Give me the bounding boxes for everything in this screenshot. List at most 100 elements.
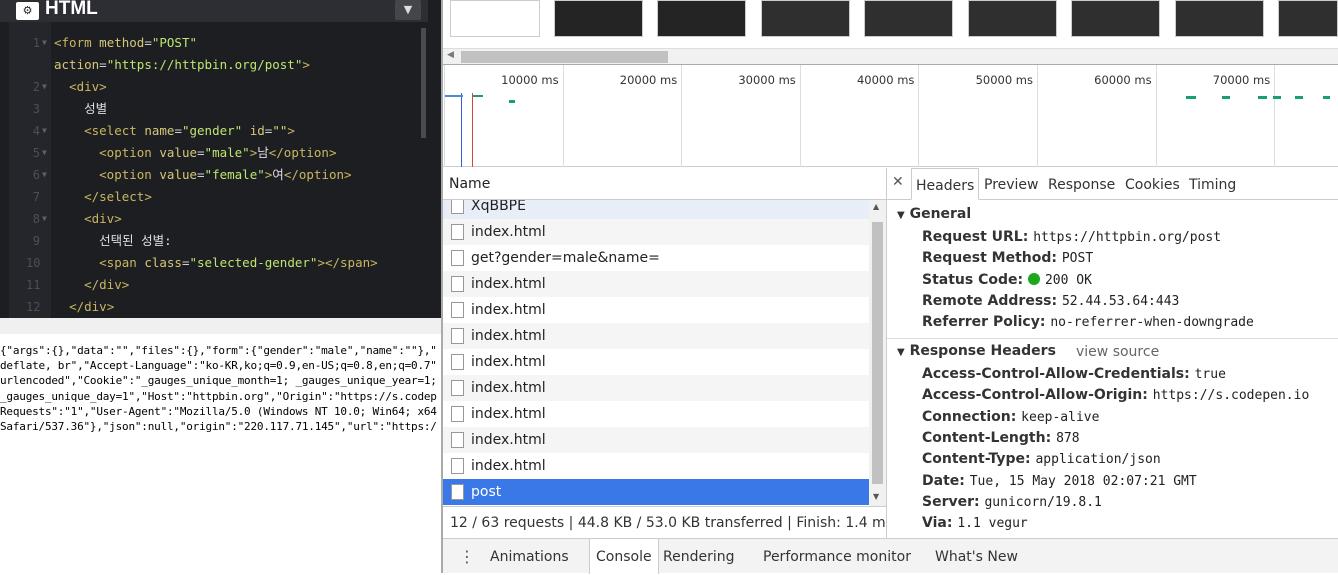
fold-arrow-icon[interactable]: ▼ [42,76,47,98]
response-headers-section-header[interactable]: ▼ Response Headers [897,343,1056,359]
pane-splitter[interactable] [0,318,441,334]
header-value: 200 OK [1044,272,1092,288]
header-key: Remote Address: [922,292,1062,309]
request-name: get?gender=male&name= [471,250,660,266]
request-row[interactable]: index.html [443,323,869,349]
header-key: Server: [922,493,985,510]
filmstrip-frame[interactable] [1278,0,1338,37]
request-row[interactable]: index.html [443,375,869,401]
line-number: 7 [32,190,40,204]
code-line[interactable]: action="https://httpbin.org/post"> [0,54,420,76]
filmstrip-scrollbar[interactable]: ◀ [443,48,1338,64]
more-options-icon[interactable]: ⋮ [459,539,475,574]
view-source-link[interactable]: view source [1076,344,1159,360]
filmstrip-frame[interactable] [554,0,643,37]
request-row[interactable]: get?gender=male&name= [443,245,869,271]
general-section-header[interactable]: ▼ General [897,206,971,222]
tab-preview[interactable]: Preview [984,168,1039,200]
code-line[interactable]: 12 </div> [0,296,420,318]
filmstrip-frame[interactable] [864,0,953,37]
document-icon [451,250,464,266]
header-row: Date: Tue, 15 May 2018 02:07:21 GMT [922,471,1197,492]
fold-arrow-icon[interactable]: ▼ [42,142,47,164]
code-line[interactable]: 1 ▼ <form method="POST" [0,32,420,54]
filmstrip-frame[interactable] [1175,0,1264,37]
request-row[interactable]: index.html [443,219,869,245]
scrollbar-thumb[interactable] [872,222,883,484]
tab-timing[interactable]: Timing [1189,168,1236,200]
chevron-down-icon[interactable]: ▼ [395,0,421,20]
request-list: XqBBPE index.html get?gender=male&name= ind… [443,200,886,506]
code-line[interactable]: 11 </div> [0,274,420,296]
code-text: </select> [84,189,152,204]
name-column-header[interactable]: Name [443,168,886,200]
request-name: index.html [471,380,546,396]
code-line[interactable]: 2 ▼ <div> [0,76,420,98]
code-text: <select name="gender" id=""> [84,123,295,138]
code-line[interactable]: 7 </select> [0,186,420,208]
filmstrip-frame[interactable] [450,0,540,37]
code-text: action="https://httpbin.org/post"> [54,57,310,72]
drawer-tab-rendering[interactable]: Rendering [663,539,735,574]
filmstrip-frame[interactable] [761,0,850,37]
drawer-tab-animations[interactable]: Animations [490,539,569,574]
code-line[interactable]: 9 선택된 성별: [0,230,420,252]
request-row[interactable]: index.html [443,401,869,427]
scroll-down-icon[interactable]: ▼ [873,492,879,501]
request-row[interactable]: post [443,479,869,505]
html-editor-panel: ⚙ HTML ▼ 1 ▼ <form method="POST" action="ht… [0,0,441,318]
code-text: <form method="POST" [54,35,198,50]
request-row[interactable]: index.html [443,349,869,375]
code-line[interactable]: 8 ▼ <div> [0,208,420,230]
code-line[interactable]: 4 ▼ <select name="gender" id=""> [0,120,420,142]
output-line: Requests":"1","User-Agent":"Mozilla/5.0 … [0,404,437,418]
output-line: _gauges_unique_day=1","Host":"httpbin.or… [0,389,437,403]
network-overview-timeline[interactable]: 10000 ms 20000 ms 30000 ms 40000 ms 50000 ms… [443,64,1338,167]
tab-response[interactable]: Response [1048,168,1115,200]
fold-arrow-icon[interactable]: ▼ [42,208,47,230]
timeline-bar [509,100,515,103]
timeline-tick-label: 70000 ms [1212,73,1271,87]
result-output: {"args":{},"data":"","files":{},"form":{… [0,334,441,573]
fold-arrow-icon[interactable]: ▼ [42,164,47,186]
fold-arrow-icon[interactable]: ▼ [42,32,47,54]
line-number: 5 [32,146,40,160]
fold-arrow-icon[interactable]: ▼ [42,120,47,142]
document-icon [451,276,464,292]
timeline-bar [1295,96,1303,99]
filmstrip-frame[interactable] [968,0,1057,37]
drawer-tab-console[interactable]: Console [589,539,659,574]
scrollbar-thumb[interactable] [461,51,668,63]
document-icon [451,406,464,422]
scroll-left-icon[interactable]: ◀ [447,50,454,60]
request-list-scrollbar[interactable]: ▲ ▼ [869,200,886,506]
request-row[interactable]: index.html [443,427,869,453]
request-name: index.html [471,406,546,422]
timeline-gridline [444,65,445,167]
code-line[interactable]: 3 성별 [0,98,420,120]
header-value: https://s.codepen.io [1152,388,1310,404]
code-line[interactable]: 5 ▼ <option value="male">남</option> [0,142,420,164]
header-value: application/json [1035,452,1161,468]
request-row[interactable]: index.html [443,271,869,297]
close-icon[interactable]: ✕ [892,174,904,190]
header-value: no-referrer-when-downgrade [1050,315,1254,331]
tab-cookies[interactable]: Cookies [1125,168,1180,200]
timeline-tick-label: 40000 ms [856,73,915,87]
filmstrip-frame[interactable] [657,0,746,37]
scroll-up-icon[interactable]: ▲ [873,202,879,211]
request-row[interactable]: index.html [443,453,869,479]
drawer-tab-performance-monitor[interactable]: Performance monitor [763,539,911,574]
filmstrip-frame[interactable] [1071,0,1160,37]
drawer-tab-whats-new[interactable]: What's New [935,539,1018,574]
gear-icon[interactable]: ⚙ [16,2,39,20]
editor-scrollbar[interactable] [421,28,426,138]
timeline-gridline [799,65,801,167]
request-row[interactable]: XqBBPE [443,200,869,219]
request-row[interactable]: index.html [443,297,869,323]
tab-headers[interactable]: Headers [911,168,980,200]
code-line[interactable]: 6 ▼ <option value="female">여</option> [0,164,420,186]
request-name: index.html [471,458,546,474]
code-line[interactable]: 10 <span class="selected-gender"></span> [0,252,420,274]
screenshot-filmstrip [443,0,1338,48]
